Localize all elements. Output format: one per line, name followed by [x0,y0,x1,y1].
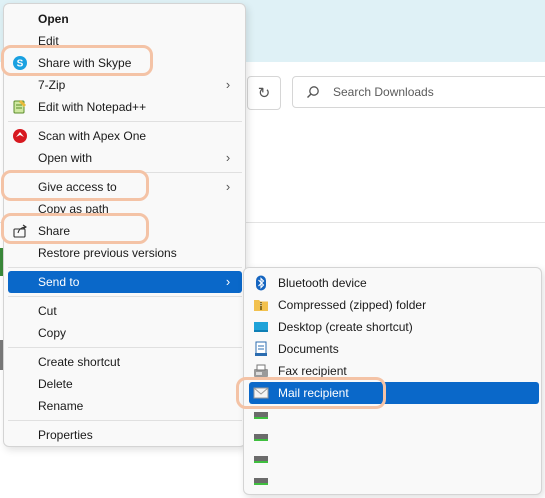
menu-item-label: Copy as path [38,202,109,216]
menu-item-cut[interactable]: Cut [8,300,242,322]
menu-item-label: Copy [38,326,67,340]
menu-item-copy[interactable]: Copy [8,322,242,344]
share-icon [12,223,28,239]
menu-item-rename[interactable]: Rename [8,395,242,417]
documents-icon [253,341,269,357]
drive-icon [253,473,269,489]
send-to-fax-recipient[interactable]: Fax recipient [249,360,539,382]
menu-separator [8,420,242,421]
menu-item-label: Send to [38,275,80,289]
send-to-drive[interactable] [249,404,539,426]
send-to-item-label: Documents [278,342,339,356]
drive-icon [253,407,269,423]
menu-item-label: Edit [38,34,59,48]
menu-item-restore-previous-versions[interactable]: Restore previous versions [8,242,242,264]
menu-item-share[interactable]: Share [8,220,242,242]
chevron-right-icon: › [225,77,231,92]
menu-item-open[interactable]: Open [8,8,242,30]
mail-icon [253,385,269,401]
bluetooth-icon [253,275,269,291]
menu-item-copy-as-path[interactable]: Copy as path [8,198,242,220]
menu-item-label: Create shortcut [38,355,121,369]
menu-item-share-with-skype[interactable]: S Share with Skype [8,52,242,74]
menu-item-7-zip[interactable]: 7-Zip › [8,74,242,96]
send-to-item-label: Bluetooth device [278,276,367,290]
send-to-item-label: Desktop (create shortcut) [278,320,413,334]
menu-item-delete[interactable]: Delete [8,373,242,395]
desktop-icon [253,319,269,335]
send-to-desktop[interactable]: Desktop (create shortcut) [249,316,539,338]
menu-item-label: Open [38,12,69,26]
menu-item-edit[interactable]: Edit [8,30,242,52]
chevron-right-icon: › [225,274,231,289]
apex-one-icon [12,128,28,144]
menu-item-label: Properties [38,428,93,442]
menu-item-open-with[interactable]: Open with › [8,147,242,169]
menu-separator [8,121,242,122]
menu-item-label: Share with Skype [38,56,132,70]
search-box[interactable]: Search Downloads [292,76,545,108]
refresh-icon: ↻ [257,85,271,102]
send-to-compressed-folder[interactable]: Compressed (zipped) folder [249,294,539,316]
send-to-drive[interactable] [249,470,539,492]
context-menu: Open Edit S Share with Skype 7-Zip › Edi… [3,3,246,447]
menu-item-label: Delete [38,377,73,391]
svg-text:S: S [17,59,24,70]
menu-item-create-shortcut[interactable]: Create shortcut [8,351,242,373]
refresh-button[interactable]: ↻ [247,76,281,110]
menu-separator [8,172,242,173]
send-to-item-label: Mail recipient [278,386,349,400]
menu-item-give-access-to[interactable]: Give access to › [8,176,242,198]
notepad-plus-plus-icon [12,99,28,115]
menu-item-properties[interactable]: Properties [8,424,242,446]
search-placeholder[interactable]: Search Downloads [333,85,434,99]
send-to-submenu: Bluetooth device Compressed (zipped) fol… [243,267,542,495]
send-to-item-label: Compressed (zipped) folder [278,298,427,312]
menu-item-label: Open with [38,151,93,165]
menu-item-label: Cut [38,304,57,318]
menu-item-label: Rename [38,399,84,413]
zip-folder-icon [253,297,269,313]
send-to-drive[interactable] [249,426,539,448]
fax-icon [253,363,269,379]
chevron-right-icon: › [225,179,231,194]
menu-item-label: Edit with Notepad++ [38,100,147,114]
skype-icon: S [12,55,28,71]
drive-icon [253,429,269,445]
menu-item-scan-with-apex-one[interactable]: Scan with Apex One [8,125,242,147]
menu-item-label: Restore previous versions [38,246,177,260]
menu-separator [8,296,242,297]
menu-item-send-to[interactable]: Send to › [8,271,242,293]
menu-item-label: Give access to [38,180,117,194]
send-to-bluetooth-device[interactable]: Bluetooth device [249,272,539,294]
search-icon [305,84,321,100]
send-to-item-label: Fax recipient [278,364,347,378]
chevron-right-icon: › [225,150,231,165]
send-to-drive[interactable] [249,448,539,470]
menu-item-label: Share [38,224,71,238]
send-to-mail-recipient[interactable]: Mail recipient [249,382,539,404]
menu-item-label: 7-Zip [38,78,66,92]
menu-separator [8,347,242,348]
menu-item-edit-with-notepad[interactable]: Edit with Notepad++ [8,96,242,118]
menu-separator [8,267,242,268]
drive-icon [253,451,269,467]
send-to-documents[interactable]: Documents [249,338,539,360]
menu-item-label: Scan with Apex One [38,129,147,143]
